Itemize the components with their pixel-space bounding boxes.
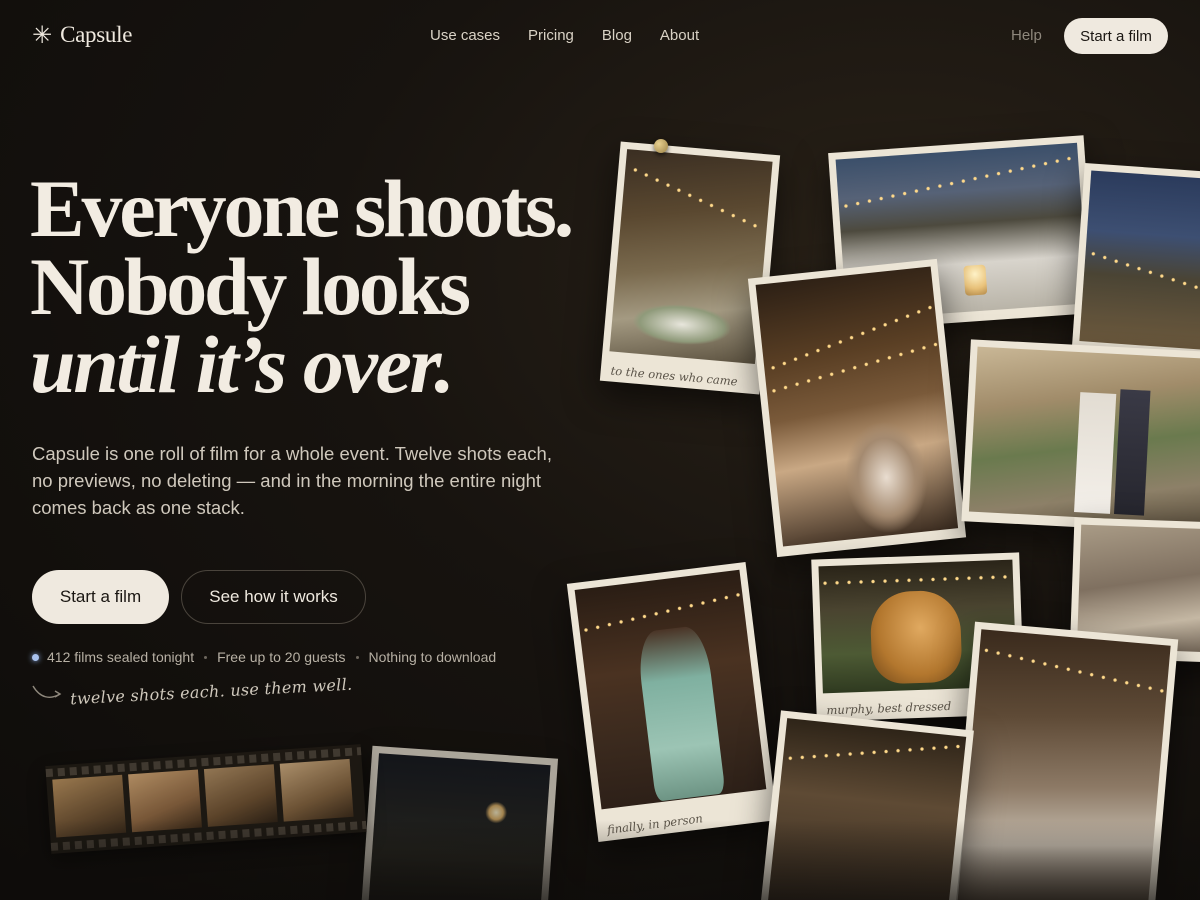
photo-caption: finally, in person bbox=[606, 811, 704, 837]
brand-name: Capsule bbox=[60, 22, 133, 47]
brand-logo[interactable]: ✳ Capsule bbox=[32, 22, 132, 48]
hero-lede: Capsule is one roll of film for a whole … bbox=[32, 443, 552, 518]
film-frame bbox=[128, 769, 202, 833]
stat-films-sealed: 412 films sealed tonight bbox=[47, 649, 195, 665]
hero-headline: Everyone shoots. Nobody looks until it’s… bbox=[30, 163, 574, 410]
live-dot-icon bbox=[32, 653, 39, 661]
photo-image bbox=[574, 569, 767, 810]
stats-row: 412 films sealed tonight Free up to 20 g… bbox=[32, 649, 496, 665]
photo-hug[interactable]: finally, in person bbox=[566, 562, 778, 842]
start-film-button[interactable]: Start a film bbox=[32, 570, 169, 624]
photo-image bbox=[968, 346, 1200, 525]
nav-start-film-button[interactable]: Start a film bbox=[1064, 18, 1168, 54]
photo-image bbox=[957, 629, 1171, 900]
nav-link-about[interactable]: About bbox=[660, 27, 699, 44]
curved-arrow-icon bbox=[32, 685, 62, 698]
stat-free-guests: Free up to 20 guests bbox=[217, 649, 346, 665]
photo-image bbox=[1079, 170, 1200, 351]
headline-line-2: Nobody looks bbox=[30, 241, 471, 332]
photo-confetti-exit[interactable] bbox=[961, 339, 1200, 535]
photo-dinner-table[interactable]: to the ones who came bbox=[599, 141, 781, 395]
film-frame bbox=[52, 774, 127, 838]
separator-dot-icon bbox=[204, 655, 208, 659]
see-how-it-works-button[interactable]: See how it works bbox=[181, 570, 366, 624]
separator-dot-icon bbox=[355, 655, 359, 659]
nav-link-pricing[interactable]: Pricing bbox=[528, 27, 574, 44]
photo-dance-floor[interactable] bbox=[747, 258, 967, 558]
film-frame bbox=[203, 764, 278, 827]
nav-link-blog[interactable]: Blog bbox=[602, 27, 632, 44]
photo-image bbox=[367, 753, 551, 900]
film-frame bbox=[279, 758, 354, 822]
photo-caption: to the ones who came bbox=[610, 363, 739, 389]
photo-caption: murphy, best dressed bbox=[826, 698, 952, 718]
top-nav: ✳ Capsule Use cases Pricing Blog About H… bbox=[0, 0, 1200, 72]
handwritten-note: twelve shots each. use them well. bbox=[32, 674, 353, 708]
film-strip bbox=[45, 744, 367, 854]
photo-sparkler[interactable] bbox=[359, 745, 559, 900]
nav-link-help[interactable]: Help bbox=[1011, 27, 1042, 44]
photo-barn-dance[interactable] bbox=[760, 710, 974, 900]
photo-evening-party[interactable] bbox=[1071, 162, 1200, 364]
nav-link-use-cases[interactable]: Use cases bbox=[430, 27, 500, 44]
photo-image bbox=[768, 718, 967, 900]
asterisk-logo-icon: ✳ bbox=[32, 21, 53, 49]
stat-nothing-download: Nothing to download bbox=[368, 649, 497, 665]
photo-cake-cutting[interactable] bbox=[949, 621, 1179, 900]
headline-line-3: until it’s over. bbox=[30, 319, 455, 410]
pushpin-icon bbox=[654, 139, 668, 153]
headline-line-1: Everyone shoots. bbox=[30, 163, 574, 254]
handwritten-note-text: twelve shots each. use them well. bbox=[69, 674, 353, 708]
photo-image bbox=[755, 266, 959, 547]
photo-image bbox=[609, 149, 773, 365]
nav-links: Use cases Pricing Blog About bbox=[430, 27, 699, 44]
